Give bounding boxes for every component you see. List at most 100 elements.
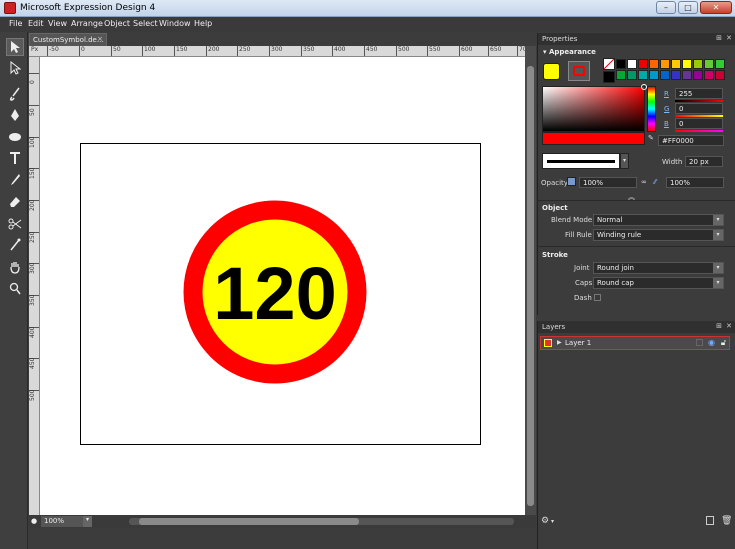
fill-rule-select[interactable]: Winding rule ▾ <box>593 229 724 241</box>
horizontal-scrollbar[interactable] <box>129 518 514 525</box>
caps-select[interactable]: Round cap ▾ <box>593 277 724 289</box>
tool-palette <box>0 32 28 549</box>
ruler-tick: 650 <box>488 46 501 56</box>
text-tool-icon[interactable] <box>6 149 24 167</box>
selection-arrow-icon[interactable] <box>6 38 24 56</box>
blend-mode-select[interactable]: Normal ▾ <box>593 214 724 226</box>
joint-select[interactable]: Round join ▾ <box>593 262 724 274</box>
title-bar: Microsoft Expression Design 4 – □ ✕ <box>0 0 735 17</box>
scroll-thumb[interactable] <box>139 518 359 525</box>
menu-arrange[interactable]: Arrange <box>71 19 103 28</box>
chevron-down-icon[interactable]: ▾ <box>551 518 554 525</box>
properties-tab[interactable]: Properties ⊞ ✕ <box>538 33 735 45</box>
zoom-dropdown-icon[interactable]: ▾ <box>83 516 92 527</box>
close-panel-icon[interactable]: ✕ <box>726 322 732 330</box>
layers-tab[interactable]: Layers ⊞ ✕ <box>538 321 735 333</box>
color-palette[interactable] <box>616 59 728 83</box>
ruler-tick: 450 <box>364 46 377 56</box>
dash-checkbox[interactable] <box>594 294 601 301</box>
layer-options-gear-icon[interactable]: ⚙ <box>541 516 549 526</box>
hex-value-field[interactable]: #FF0000 <box>658 135 724 146</box>
lock-icon[interactable]: 🔓︎ <box>721 338 726 348</box>
menu-file[interactable]: File <box>9 19 22 28</box>
scissors-icon[interactable] <box>6 215 24 233</box>
app-icon <box>4 2 16 14</box>
pen-icon[interactable] <box>6 106 24 124</box>
menu-window[interactable]: Window <box>159 19 191 28</box>
artboard[interactable]: 120 <box>80 143 481 445</box>
ruler-tick: 50 <box>111 46 121 56</box>
ellipse-icon[interactable] <box>6 128 24 146</box>
maximize-button[interactable]: □ <box>678 1 698 14</box>
layer-row[interactable]: ▶ Layer 1 ◉ 🔓︎ <box>540 336 730 350</box>
menu-bar: File Edit View Arrange Object Select Win… <box>0 17 735 32</box>
menu-select[interactable]: Select <box>133 19 158 28</box>
green-slider[interactable] <box>675 115 723 117</box>
link-icon[interactable]: ∞ <box>641 178 647 186</box>
fill-swatch[interactable] <box>543 63 560 80</box>
stroke-style-preview[interactable] <box>542 153 620 169</box>
ruler-tick: 0 <box>29 73 39 84</box>
opacity-label: Opacity <box>541 179 568 187</box>
ruler-tick: 150 <box>29 168 39 179</box>
pin-icon[interactable]: ⊞ <box>716 322 722 330</box>
layer-name[interactable]: Layer 1 <box>565 339 591 347</box>
hand-icon[interactable] <box>6 258 24 276</box>
hue-slider[interactable] <box>647 86 656 132</box>
appearance-header[interactable]: ▾ Appearance <box>543 48 596 56</box>
red-value-field[interactable]: 255 <box>675 88 723 99</box>
minimize-button[interactable]: – <box>656 1 676 14</box>
layer-select-box[interactable] <box>696 339 703 346</box>
new-layer-icon[interactable] <box>706 516 714 525</box>
scroll-thumb[interactable] <box>527 66 534 506</box>
document-tab[interactable]: CustomSymbol.de... × <box>29 33 107 46</box>
stroke-swatch[interactable] <box>568 61 590 81</box>
divider <box>537 200 735 201</box>
layers-panel: Layers ⊞ ✕ ▶ Layer 1 ◉ 🔓︎ ⚙ ▾ 🗑︎ <box>537 321 735 549</box>
ruler-tick: 500 <box>29 390 39 401</box>
green-value-field[interactable]: 0 <box>675 103 723 114</box>
direct-select-icon[interactable] <box>6 59 24 77</box>
fill-rule-label: Fill Rule <box>565 231 592 239</box>
ruler-tick: 350 <box>301 46 314 56</box>
delete-layer-icon[interactable]: 🗑︎ <box>721 516 732 526</box>
red-slider[interactable] <box>675 100 723 102</box>
ruler-tick: 50 <box>29 105 39 116</box>
eyedropper-small-icon[interactable]: ✎ <box>648 134 654 142</box>
menu-object[interactable]: Object <box>104 19 130 28</box>
width-field[interactable]: 20 px <box>685 156 723 167</box>
close-tab-icon[interactable]: × <box>97 35 103 43</box>
menu-view[interactable]: View <box>48 19 67 28</box>
ruler-tick: 600 <box>459 46 472 56</box>
menu-edit[interactable]: Edit <box>28 19 44 28</box>
visibility-eye-icon[interactable]: ◉ <box>708 338 715 347</box>
opacity-mode-icon[interactable] <box>567 177 576 186</box>
color-field[interactable] <box>542 84 647 132</box>
ruler-tick: 100 <box>142 46 155 56</box>
ruler-tick: 200 <box>206 46 219 56</box>
object-header: Object <box>542 204 568 212</box>
close-button[interactable]: ✕ <box>700 1 732 14</box>
no-color-swatch[interactable] <box>603 58 615 70</box>
blue-value-field[interactable]: 0 <box>675 118 723 129</box>
opacity-secondary-field[interactable]: 100% <box>666 177 724 188</box>
menu-help[interactable]: Help <box>194 19 212 28</box>
close-panel-icon[interactable]: ✕ <box>726 34 732 42</box>
gradient-icon[interactable] <box>6 236 24 254</box>
ruler-unit: Px <box>31 46 39 53</box>
opacity-field[interactable]: 100% <box>579 177 637 188</box>
chevron-down-icon: ▾ <box>713 278 723 288</box>
zoom-icon[interactable] <box>6 280 24 298</box>
eyedropper-icon[interactable] <box>6 171 24 189</box>
expand-arrow-icon[interactable]: ▶ <box>557 339 562 346</box>
eraser-icon[interactable] <box>6 193 24 211</box>
paintbrush-icon[interactable] <box>6 85 24 103</box>
vertical-scrollbar[interactable] <box>525 46 536 515</box>
gradient-opacity-icon[interactable]: ⁄⁄ <box>654 178 656 186</box>
speed-limit-symbol[interactable]: 120 <box>81 144 482 446</box>
horizontal-ruler: Px -50 0 50 100 150 200 250 300 350 400 … <box>29 46 527 57</box>
stroke-style-dropdown-icon[interactable]: ▾ <box>620 153 629 169</box>
pin-icon[interactable]: ⊞ <box>716 34 722 42</box>
blue-slider[interactable] <box>675 130 723 132</box>
black-swatch[interactable] <box>603 71 615 83</box>
